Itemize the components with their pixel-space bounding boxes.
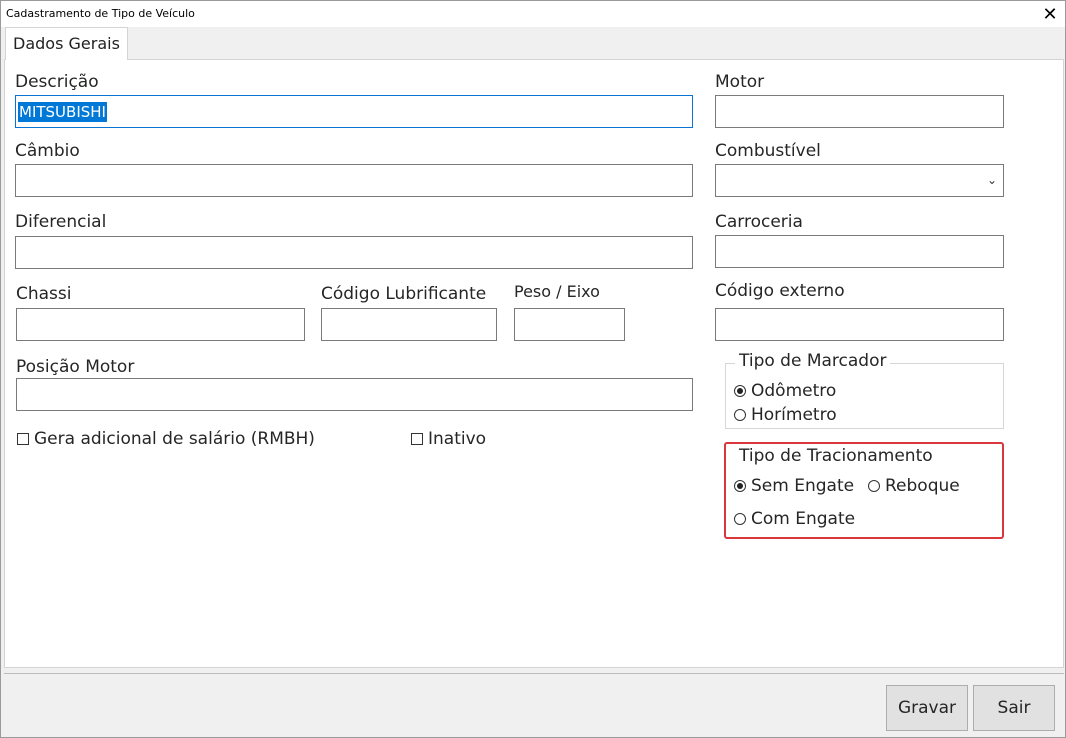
radio-horimetro[interactable]: Horímetro <box>734 405 837 425</box>
com-engate-label: Com Engate <box>751 509 856 529</box>
cambio-input[interactable] <box>15 164 693 197</box>
codigo-externo-label: Código externo <box>715 281 845 301</box>
tipo-marcador-legend: Tipo de Marcador <box>735 351 891 371</box>
radio-indicator <box>734 513 746 525</box>
sair-button[interactable]: Sair <box>973 685 1055 731</box>
gera-adicional-label: Gera adicional de salário (RMBH) <box>34 429 315 449</box>
inativo-label: Inativo <box>428 429 487 449</box>
peso-eixo-input[interactable] <box>514 308 625 341</box>
peso-eixo-label: Peso / Eixo <box>514 282 600 301</box>
sem-engate-label: Sem Engate <box>751 476 855 496</box>
motor-input[interactable] <box>715 95 1004 128</box>
descricao-label: Descrição <box>15 72 99 92</box>
tipo-tracionamento-legend: Tipo de Tracionamento <box>735 446 937 466</box>
cambio-label: Câmbio <box>15 141 80 161</box>
diferencial-label: Diferencial <box>15 212 107 232</box>
combustivel-label: Combustível <box>715 141 821 161</box>
title-bar: Cadastramento de Tipo de Veículo ✕ <box>1 1 1065 27</box>
carroceria-label: Carroceria <box>715 212 803 232</box>
gravar-button[interactable]: Gravar <box>886 685 968 731</box>
tipo-marcador-group: Tipo de Marcador Odômetro Horímetro <box>725 351 1004 429</box>
dialog-window: Cadastramento de Tipo de Veículo ✕ Dados… <box>0 0 1066 738</box>
inativo-checkbox[interactable]: Inativo <box>411 429 486 449</box>
reboque-label: Reboque <box>885 476 960 496</box>
chevron-down-icon: ⌄ <box>986 173 997 187</box>
codigo-lubrificante-input[interactable] <box>321 308 497 341</box>
radio-sem-engate[interactable]: Sem Engate <box>734 476 854 496</box>
carroceria-input[interactable] <box>715 235 1004 268</box>
motor-label: Motor <box>715 72 765 92</box>
footer-divider <box>4 673 1064 674</box>
radio-indicator <box>734 480 746 492</box>
tipo-tracionamento-group: Tipo de Tracionamento Sem Engate Reboque… <box>724 442 1004 539</box>
diferencial-input[interactable] <box>15 236 693 269</box>
codigo-lubrificante-label: Código Lubrificante <box>321 284 487 304</box>
combustivel-select[interactable]: ⌄ <box>715 164 1004 197</box>
descricao-input[interactable]: MITSUBISHI <box>15 95 693 128</box>
checkbox-box <box>411 433 423 445</box>
tab-dados-gerais[interactable]: Dados Gerais <box>5 27 128 60</box>
codigo-externo-input[interactable] <box>715 308 1004 341</box>
descricao-value: MITSUBISHI <box>18 102 107 122</box>
radio-com-engate[interactable]: Com Engate <box>734 509 855 529</box>
posicao-motor-label: Posição Motor <box>16 357 135 377</box>
radio-indicator <box>734 385 746 397</box>
radio-reboque[interactable]: Reboque <box>868 476 960 496</box>
posicao-motor-input[interactable] <box>16 378 693 411</box>
gera-adicional-checkbox[interactable]: Gera adicional de salário (RMBH) <box>17 429 315 449</box>
odometro-label: Odômetro <box>751 381 837 401</box>
radio-odometro[interactable]: Odômetro <box>734 381 836 401</box>
horimetro-label: Horímetro <box>751 405 837 425</box>
chassi-input[interactable] <box>16 308 305 341</box>
radio-indicator <box>734 409 746 421</box>
radio-indicator <box>868 480 880 492</box>
checkbox-box <box>17 433 29 445</box>
close-icon[interactable]: ✕ <box>1035 1 1065 27</box>
chassi-label: Chassi <box>16 284 72 304</box>
window-title: Cadastramento de Tipo de Veículo <box>6 7 195 20</box>
